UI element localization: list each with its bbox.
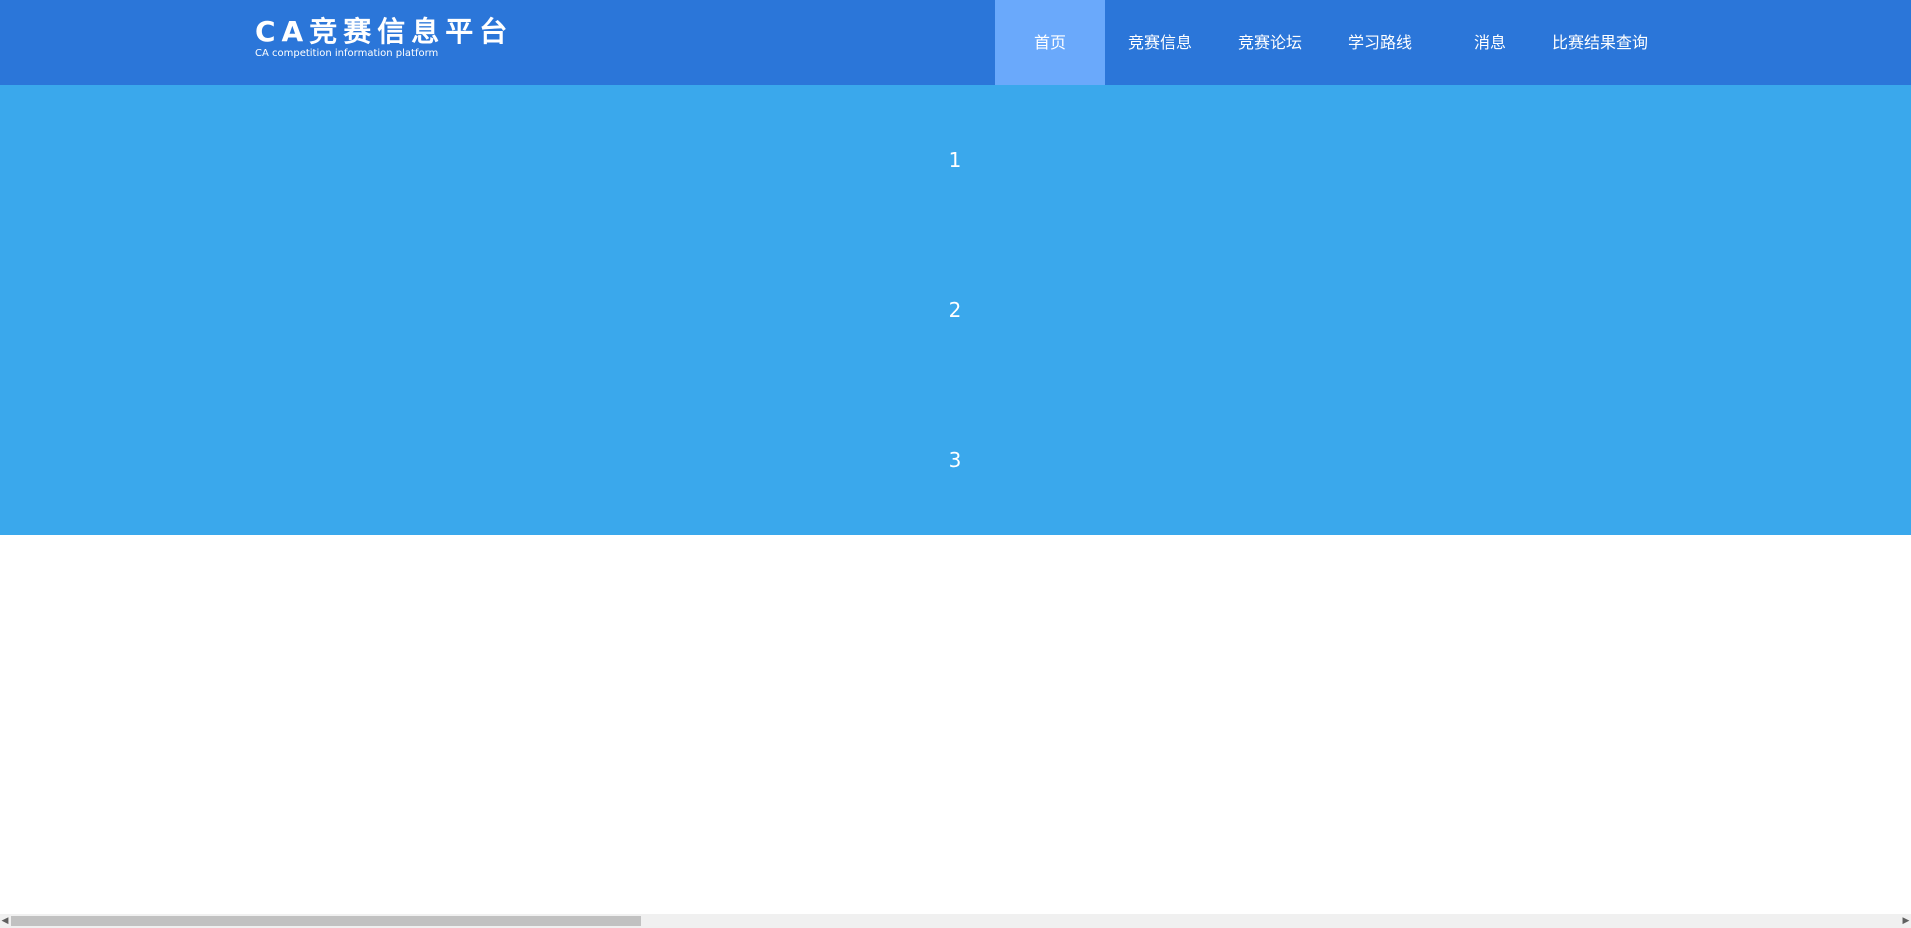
top-header: CA竞赛信息平台 CA competition information plat… — [0, 0, 1911, 85]
main-nav: 首页 竞赛信息 竞赛论坛 学习路线 消息 比赛结果查询 — [995, 0, 1655, 85]
slide-label-3-text: 3 — [948, 448, 962, 472]
nav-item-result-query[interactable]: 比赛结果查询 — [1545, 0, 1655, 85]
site-subtitle: CA competition information platform — [255, 48, 439, 59]
nav-item-home[interactable]: 首页 — [995, 0, 1105, 85]
nav-item-competition-info[interactable]: 竞赛信息 — [1105, 0, 1215, 85]
site-logo[interactable]: CA竞赛信息平台 CA competition information plat… — [255, 18, 513, 59]
slide-label-2-text: 2 — [948, 298, 962, 322]
banner-carousel[interactable]: 1 2 3 — [0, 85, 1911, 535]
scroll-left-arrow-icon[interactable]: ◀ — [0, 914, 10, 928]
scroll-right-arrow-icon[interactable]: ▶ — [1901, 914, 1911, 928]
nav-item-learning-path[interactable]: 学习路线 — [1325, 0, 1435, 85]
site-title: CA竞赛信息平台 — [255, 15, 514, 48]
nav-item-competition-forum[interactable]: 竞赛论坛 — [1215, 0, 1325, 85]
slide-label-1-text: 1 — [948, 148, 962, 172]
horizontal-scrollbar[interactable]: ◀ ▶ — [0, 914, 1911, 928]
nav-item-messages[interactable]: 消息 — [1435, 0, 1545, 85]
scroll-thumb[interactable] — [11, 916, 641, 926]
